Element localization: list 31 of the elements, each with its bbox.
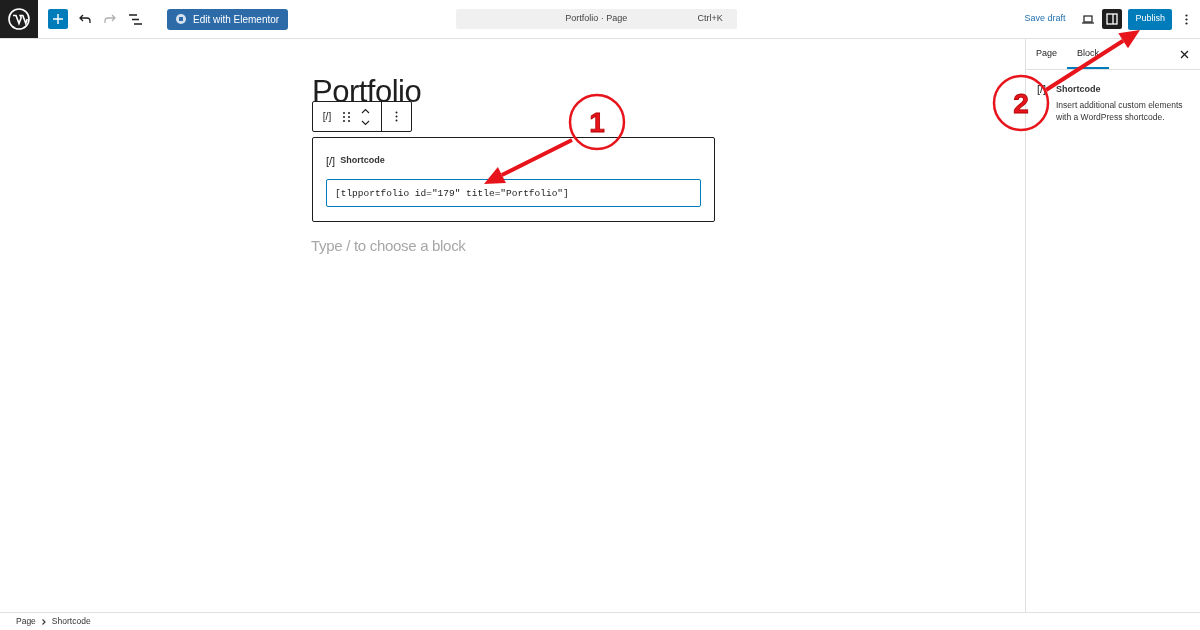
preview-icon[interactable] bbox=[1082, 14, 1095, 24]
elementor-logo-icon bbox=[176, 14, 186, 24]
chevron-icon bbox=[41, 618, 46, 625]
move-up-down-icon[interactable] bbox=[361, 107, 370, 126]
shortcode-input-field[interactable]: [tlpportfolio id="179" title="Portfolio"] bbox=[326, 179, 701, 207]
shortcode-block[interactable]: [/] Shortcode [tlpportfolio id="179" title="Portfolio"] bbox=[312, 137, 715, 222]
edit-with-elementor-button[interactable]: Edit with Elementor bbox=[167, 8, 289, 30]
undo-icon[interactable] bbox=[78, 13, 92, 25]
list-view-icon[interactable] bbox=[128, 13, 142, 25]
sidebar-tab[interactable]: Page bbox=[1026, 39, 1068, 69]
block-label: Shortcode bbox=[340, 154, 385, 168]
wordpress-logo-icon[interactable] bbox=[0, 0, 38, 38]
block-card-title: Shortcode bbox=[1056, 83, 1102, 96]
breadcrumb-link[interactable]: Shortcode bbox=[51, 615, 91, 628]
numbered-callout: 1 bbox=[568, 93, 626, 151]
breadcrumb-link[interactable]: Page bbox=[16, 615, 36, 628]
sidebar-toggle-button[interactable] bbox=[1102, 9, 1123, 29]
block-appender-field[interactable]: Type / to choose a block bbox=[311, 235, 611, 257]
command-bar[interactable]: Portfolio · Page Ctrl+K bbox=[455, 9, 737, 29]
plus-icon bbox=[53, 14, 63, 24]
publish-button[interactable]: Publish bbox=[1128, 8, 1172, 30]
save-draft-button[interactable]: Save draft bbox=[1024, 12, 1066, 26]
shortcode-icon: [/] bbox=[326, 152, 336, 170]
close-icon[interactable] bbox=[1180, 49, 1190, 59]
more-options-icon[interactable] bbox=[395, 111, 398, 122]
block-card-description: Insert additional custom elements with a WordPress shortcode. bbox=[1056, 99, 1184, 123]
options-icon[interactable] bbox=[1185, 13, 1188, 25]
sidebar-tab[interactable]: Block bbox=[1067, 39, 1110, 69]
drag-handle-icon[interactable] bbox=[343, 111, 350, 122]
add-block-button[interactable] bbox=[48, 9, 68, 29]
block-type-button[interactable]: [/] bbox=[313, 102, 341, 131]
